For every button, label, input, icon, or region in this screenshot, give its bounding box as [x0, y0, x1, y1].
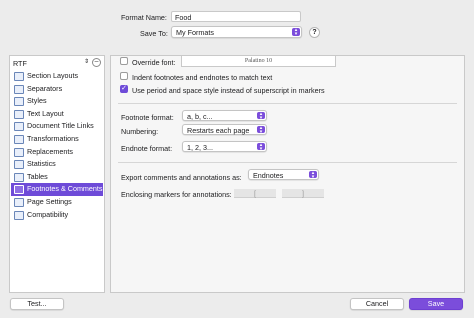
endnote-format-value: 1, 2, 3...: [187, 143, 213, 152]
footnotes-comments-icon: [14, 185, 24, 195]
enclosing-markers-label: Enclosing markers for annotations:: [121, 190, 232, 199]
separators-icon: [14, 84, 24, 94]
transformations-icon: [14, 135, 24, 144]
divider: [118, 162, 457, 163]
statistics-icon: [14, 160, 24, 170]
sidebar-item-page-settings[interactable]: Page Settings: [11, 196, 103, 209]
sidebar-item-label: Section Layouts: [27, 71, 79, 80]
tables-icon: [14, 172, 24, 182]
sidebar-item-label: Statistics: [27, 159, 56, 169]
sidebar-item-label: Tables: [27, 171, 48, 181]
page-settings-icon: [14, 198, 24, 207]
numbering-popup[interactable]: Restarts each page ▴ ▾: [182, 124, 267, 135]
numbering-value: Restarts each page: [187, 126, 250, 135]
compatibility-icon: [14, 210, 24, 220]
remove-icon[interactable]: −: [92, 58, 101, 67]
export-comments-popup[interactable]: Endnotes ▴ ▾: [248, 169, 319, 180]
chevron-updown-icon[interactable]: ⇕: [84, 58, 89, 65]
export-comments-label: Export comments and annotations as:: [121, 173, 242, 182]
compile-format-window: Format Name: Food Save To: My Formats ▴ ▾…: [0, 0, 474, 318]
sidebar-item-section-layouts[interactable]: Section Layouts: [11, 70, 103, 83]
sidebar-header: RTF ⇕ −: [12, 58, 102, 68]
divider: [118, 103, 457, 104]
sidebar-item-label: Styles: [27, 96, 47, 106]
sidebar: RTF ⇕ − Section Layouts Separators Styles T…: [9, 55, 105, 293]
chevron-updown-icon: ▴ ▾: [257, 143, 265, 152]
document-title-links-icon: [14, 122, 24, 132]
sidebar-item-document-title-links[interactable]: Document Title Links: [11, 120, 103, 133]
text-layout-icon: [14, 109, 24, 119]
indent-checkbox[interactable]: [120, 72, 128, 80]
save-to-label: Save To:: [140, 29, 168, 38]
override-font-checkbox[interactable]: [120, 57, 128, 65]
cancel-button[interactable]: Cancel: [350, 298, 404, 310]
format-name-label: Format Name:: [121, 13, 167, 22]
export-comments-value: Endnotes: [253, 171, 284, 180]
footnote-format-value: a, b, c...: [187, 112, 213, 121]
sidebar-item-footnotes-comments[interactable]: Footnotes & Comments: [11, 183, 103, 196]
sidebar-item-label: Transformations: [27, 134, 79, 143]
sidebar-item-transformations[interactable]: Transformations: [11, 133, 103, 146]
footnote-format-popup[interactable]: a, b, c... ▴ ▾: [182, 110, 267, 121]
sidebar-item-separators[interactable]: Separators: [11, 83, 103, 96]
numbering-label: Numbering:: [121, 127, 159, 136]
chevron-updown-icon: ▴ ▾: [257, 126, 265, 135]
sidebar-item-label: Text Layout: [27, 108, 64, 118]
save-to-value: My Formats: [176, 28, 214, 37]
save-to-popup[interactable]: My Formats ▴ ▾: [171, 26, 302, 38]
help-button[interactable]: ?: [309, 27, 320, 38]
marker-open-field[interactable]: [: [234, 189, 276, 198]
sidebar-item-label: Compatibility: [27, 209, 69, 219]
sidebar-item-text-layout[interactable]: Text Layout: [11, 108, 103, 121]
sidebar-item-label: Document Title Links: [27, 121, 94, 131]
sidebar-item-statistics[interactable]: Statistics: [11, 158, 103, 171]
chevron-updown-icon: ▴ ▾: [292, 28, 300, 37]
sidebar-item-styles[interactable]: Styles: [11, 95, 103, 108]
styles-icon: [14, 97, 24, 107]
period-style-checkbox[interactable]: ✓: [120, 85, 128, 93]
font-preview-well[interactable]: Palatino 10: [181, 55, 336, 67]
chevron-updown-icon: ▴ ▾: [309, 171, 317, 180]
test-button[interactable]: Test...: [10, 298, 64, 310]
endnote-format-popup[interactable]: 1, 2, 3... ▴ ▾: [182, 141, 267, 152]
replacements-icon: [14, 147, 24, 157]
footnote-format-label: Footnote format:: [121, 113, 174, 122]
sidebar-item-tables[interactable]: Tables: [11, 171, 103, 184]
sidebar-item-replacements[interactable]: Replacements: [11, 146, 103, 159]
sidebar-item-label: Separators: [27, 83, 63, 93]
endnote-format-label: Endnote format:: [121, 144, 173, 153]
sidebar-item-compatibility[interactable]: Compatibility: [11, 209, 103, 222]
format-selector[interactable]: RTF: [13, 59, 27, 68]
save-button[interactable]: Save: [409, 298, 463, 310]
section-layouts-icon: [14, 72, 24, 81]
indent-label: Indent footnotes and endnotes to match t…: [132, 73, 273, 82]
format-name-field[interactable]: Food: [171, 11, 301, 22]
period-style-label: Use period and space style instead of su…: [132, 86, 325, 95]
sidebar-item-label: Footnotes & Comments: [27, 184, 103, 194]
override-font-label: Override font:: [132, 58, 176, 67]
chevron-updown-icon: ▴ ▾: [257, 112, 265, 121]
marker-close-field[interactable]: ]: [282, 189, 324, 198]
sidebar-item-label: Replacements: [27, 146, 73, 156]
sidebar-item-label: Page Settings: [27, 197, 72, 206]
